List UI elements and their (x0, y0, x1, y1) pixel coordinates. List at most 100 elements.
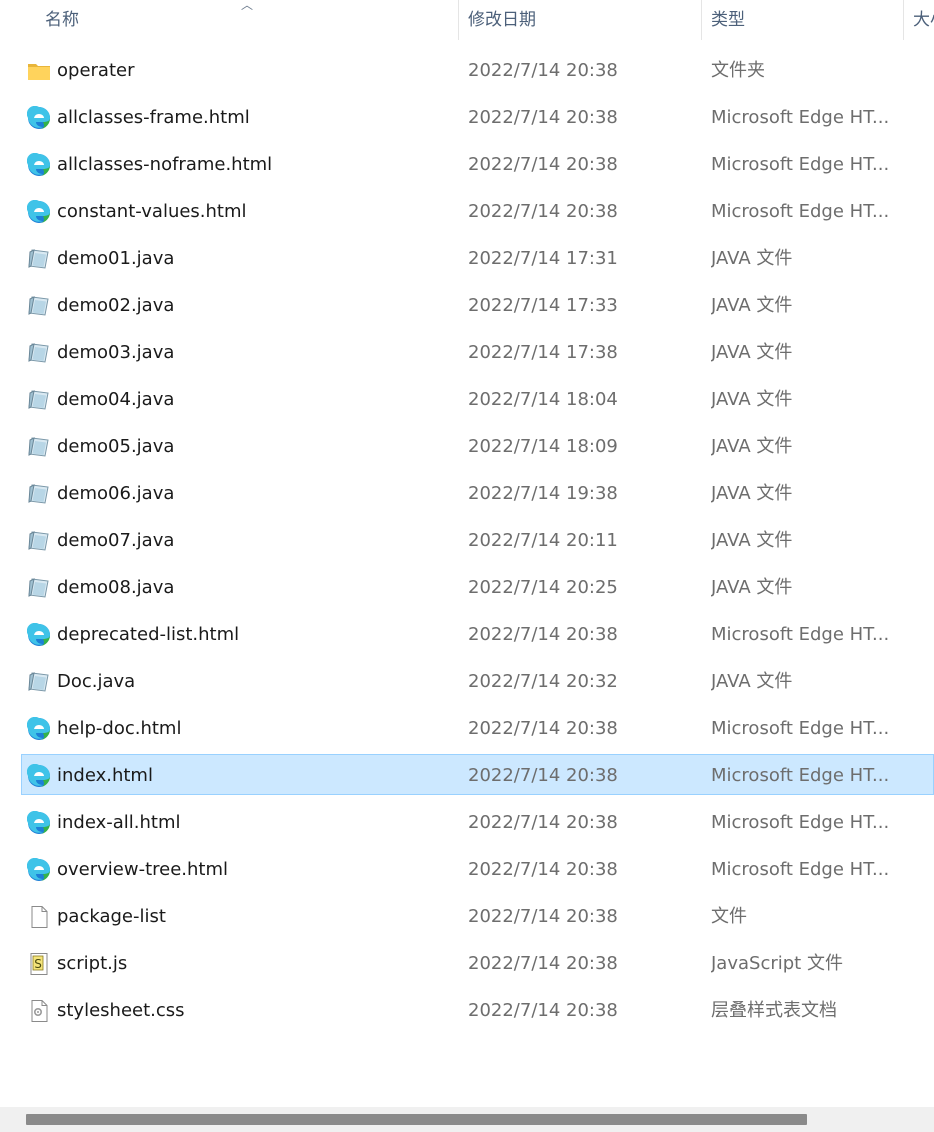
file-type: JAVA 文件 (711, 295, 793, 316)
file-modified-date: 2022/7/14 20:38 (468, 718, 618, 739)
column-header-bar: ︿ 名称 修改日期 类型 大小 (0, 0, 934, 40)
file-type: 文件 (711, 906, 747, 927)
edge-icon (26, 622, 51, 647)
file-row[interactable]: constant-values.html 2022/7/14 20:38 Micro… (0, 188, 934, 235)
java-file-icon (27, 576, 51, 600)
file-modified-date: 2022/7/14 20:25 (468, 577, 618, 598)
file-row[interactable]: index-all.html 2022/7/14 20:38 Microsoft E… (0, 799, 934, 846)
edge-icon (26, 152, 51, 177)
file-row[interactable]: operater 2022/7/14 20:38 文件夹 (0, 47, 934, 94)
java-file-icon (27, 388, 51, 412)
file-type: Microsoft Edge HT... (711, 201, 890, 222)
java-file-icon (27, 341, 51, 365)
file-row[interactable]: demo04.java 2022/7/14 18:04 JAVA 文件 (0, 376, 934, 423)
file-list: operater 2022/7/14 20:38 文件夹 allclasses-fra… (0, 47, 934, 1034)
file-row[interactable]: demo07.java 2022/7/14 20:11 JAVA 文件 (0, 517, 934, 564)
file-name: demo07.java (57, 530, 175, 551)
file-row[interactable]: demo08.java 2022/7/14 20:25 JAVA 文件 (0, 564, 934, 611)
file-row[interactable]: help-doc.html 2022/7/14 20:38 Microsoft Ed… (0, 705, 934, 752)
file-name: stylesheet.css (57, 1000, 185, 1021)
file-name: demo03.java (57, 342, 175, 363)
file-modified-date: 2022/7/14 17:38 (468, 342, 618, 363)
file-row[interactable]: stylesheet.css 2022/7/14 20:38 层叠样式表文档 (0, 987, 934, 1034)
file-type: Microsoft Edge HT... (711, 107, 890, 128)
file-type: JAVA 文件 (711, 483, 793, 504)
file-type: JAVA 文件 (711, 342, 793, 363)
file-name: allclasses-frame.html (57, 107, 250, 128)
file-name: operater (57, 60, 135, 81)
file-name: demo08.java (57, 577, 175, 598)
file-row[interactable]: allclasses-noframe.html 2022/7/14 20:38 Mi… (0, 141, 934, 188)
file-modified-date: 2022/7/14 20:38 (468, 107, 618, 128)
file-modified-date: 2022/7/14 20:38 (468, 812, 618, 833)
file-modified-date: 2022/7/14 20:38 (468, 624, 618, 645)
file-name: allclasses-noframe.html (57, 154, 273, 175)
file-name: Doc.java (57, 671, 136, 692)
file-name: help-doc.html (57, 718, 182, 739)
file-row[interactable]: demo01.java 2022/7/14 17:31 JAVA 文件 (0, 235, 934, 282)
file-type: JAVA 文件 (711, 577, 793, 598)
file-type: Microsoft Edge HT... (711, 765, 890, 786)
file-type: JAVA 文件 (711, 671, 793, 692)
edge-icon (26, 105, 51, 130)
file-name: demo02.java (57, 295, 175, 316)
file-modified-date: 2022/7/14 20:38 (468, 906, 618, 927)
column-header-name[interactable]: 名称 (45, 0, 455, 40)
file-type: 文件夹 (711, 60, 765, 81)
file-name: deprecated-list.html (57, 624, 240, 645)
file-row[interactable]: demo02.java 2022/7/14 17:33 JAVA 文件 (0, 282, 934, 329)
file-modified-date: 2022/7/14 20:38 (468, 765, 618, 786)
file-row[interactable]: demo06.java 2022/7/14 19:38 JAVA 文件 (0, 470, 934, 517)
scrollbar-thumb[interactable] (26, 1114, 807, 1125)
css-file-icon (27, 999, 51, 1023)
file-type: JAVA 文件 (711, 248, 793, 269)
file-name: index.html (57, 765, 153, 786)
file-modified-date: 2022/7/14 17:33 (468, 295, 618, 316)
file-modified-date: 2022/7/14 18:04 (468, 389, 618, 410)
file-type: JAVA 文件 (711, 436, 793, 457)
file-name: index-all.html (57, 812, 181, 833)
blank-file-icon (27, 905, 51, 929)
java-file-icon (27, 247, 51, 271)
file-modified-date: 2022/7/14 17:31 (468, 248, 618, 269)
file-modified-date: 2022/7/14 20:38 (468, 154, 618, 175)
file-type: Microsoft Edge HT... (711, 154, 890, 175)
java-file-icon (27, 482, 51, 506)
column-divider[interactable] (458, 0, 459, 40)
java-file-icon (27, 294, 51, 318)
file-name: constant-values.html (57, 201, 247, 222)
column-divider[interactable] (701, 0, 702, 40)
edge-icon (26, 857, 51, 882)
horizontal-scrollbar[interactable] (0, 1107, 934, 1132)
column-header-size[interactable]: 大小 (913, 0, 934, 40)
file-row[interactable]: Doc.java 2022/7/14 20:32 JAVA 文件 (0, 658, 934, 705)
file-type: Microsoft Edge HT... (711, 624, 890, 645)
file-row[interactable]: allclasses-frame.html 2022/7/14 20:38 Micr… (0, 94, 934, 141)
file-row[interactable]: Sscript.js 2022/7/14 20:38 JavaScript 文件 (0, 940, 934, 987)
file-type: Microsoft Edge HT... (711, 812, 890, 833)
file-modified-date: 2022/7/14 20:11 (468, 530, 618, 551)
file-type: JavaScript 文件 (711, 953, 843, 974)
column-header-date[interactable]: 修改日期 (468, 0, 698, 40)
file-row[interactable]: demo05.java 2022/7/14 18:09 JAVA 文件 (0, 423, 934, 470)
edge-icon (26, 199, 51, 224)
script-file-icon: S (27, 952, 51, 976)
column-divider[interactable] (903, 0, 904, 40)
file-row[interactable]: index.html 2022/7/14 20:38 Microsoft Edge … (0, 752, 934, 799)
file-modified-date: 2022/7/14 20:38 (468, 1000, 618, 1021)
file-type: Microsoft Edge HT... (711, 859, 890, 880)
file-name: demo01.java (57, 248, 175, 269)
file-row[interactable]: package-list 2022/7/14 20:38 文件 (0, 893, 934, 940)
column-header-type[interactable]: 类型 (711, 0, 901, 40)
java-file-icon (27, 435, 51, 459)
file-modified-date: 2022/7/14 20:38 (468, 60, 618, 81)
file-row[interactable]: demo03.java 2022/7/14 17:38 JAVA 文件 (0, 329, 934, 376)
edge-icon (26, 763, 51, 788)
file-modified-date: 2022/7/14 20:38 (468, 859, 618, 880)
file-row[interactable]: deprecated-list.html 2022/7/14 20:38 Micro… (0, 611, 934, 658)
file-type: JAVA 文件 (711, 530, 793, 551)
file-modified-date: 2022/7/14 20:32 (468, 671, 618, 692)
file-name: package-list (57, 906, 166, 927)
file-modified-date: 2022/7/14 20:38 (468, 953, 618, 974)
file-row[interactable]: overview-tree.html 2022/7/14 20:38 Microso… (0, 846, 934, 893)
